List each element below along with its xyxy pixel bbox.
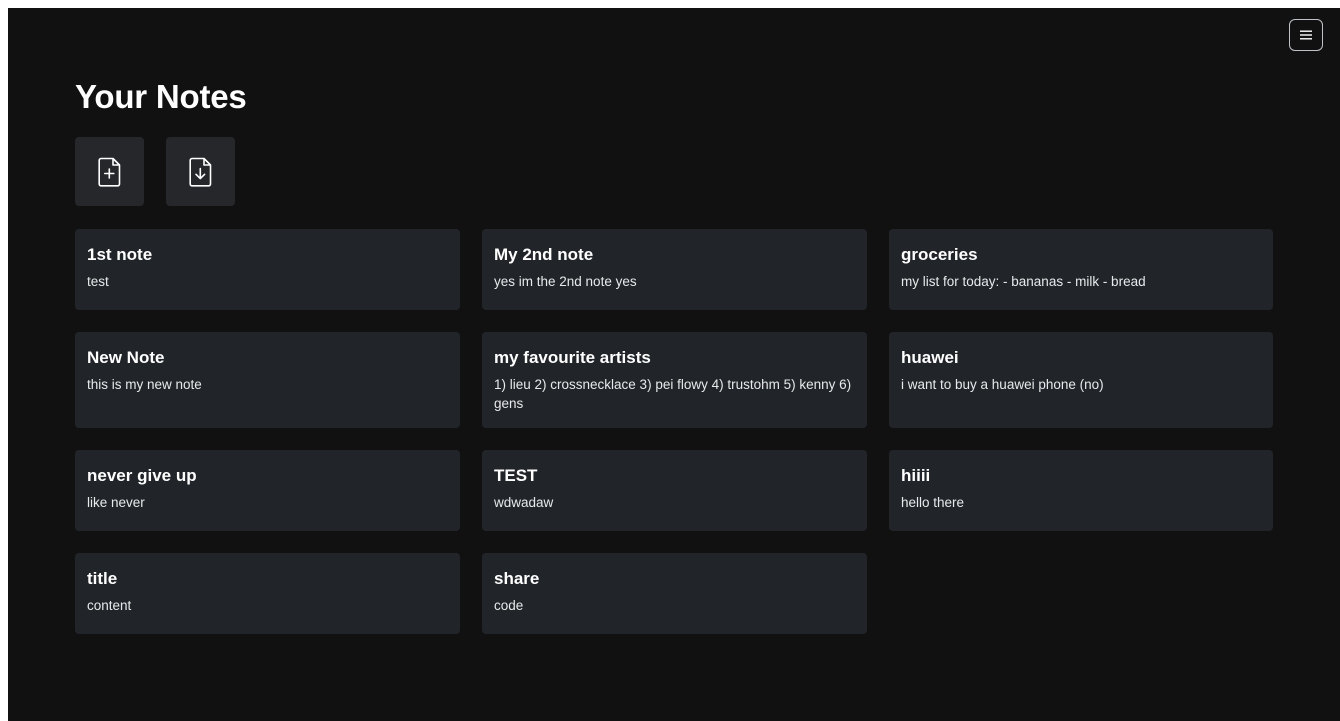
note-content: content [87, 598, 132, 613]
menu-button[interactable] [1289, 19, 1323, 51]
note-content: like never [87, 495, 145, 510]
action-toolbar [75, 137, 235, 206]
note-content: 1) lieu 2) crossnecklace 3) pei flowy 4)… [494, 377, 852, 411]
note-card[interactable]: hiiii hello there [889, 450, 1273, 531]
note-title: huawei [901, 348, 959, 367]
note-card[interactable]: New Note this is my new note [75, 332, 460, 428]
note-card[interactable]: groceries my list for today: - bananas -… [889, 229, 1273, 310]
note-title: TEST [494, 466, 538, 485]
file-download-icon [188, 157, 211, 187]
note-content: wdwadaw [494, 495, 554, 510]
hamburger-menu-icon [1300, 30, 1312, 40]
note-content: code [494, 598, 524, 613]
page-title: Your Notes [75, 78, 247, 115]
note-content: my list for today: - bananas - milk - br… [901, 274, 1146, 289]
note-title: hiiii [901, 466, 931, 485]
note-content: i want to buy a huawei phone (no) [901, 377, 1104, 392]
note-card[interactable]: my favourite artists 1) lieu 2) crossnec… [482, 332, 867, 428]
note-card[interactable]: never give up like never [75, 450, 460, 531]
note-content: yes im the 2nd note yes [494, 274, 637, 289]
note-card[interactable]: share code [482, 553, 867, 634]
file-plus-icon [97, 157, 120, 187]
note-title: 1st note [87, 245, 153, 264]
note-content: test [87, 274, 109, 289]
note-content: this is my new note [87, 377, 202, 392]
note-title: title [87, 569, 118, 588]
note-card[interactable]: title content [75, 553, 460, 634]
notes-app: Your Notes 1st note test My 2nd note yes… [8, 8, 1340, 721]
note-title: my favourite artists [494, 348, 651, 367]
notes-grid: 1st note test My 2nd note yes im the 2nd… [75, 229, 1273, 634]
note-title: groceries [901, 245, 978, 264]
note-card[interactable]: 1st note test [75, 229, 460, 310]
import-note-button[interactable] [166, 137, 235, 206]
note-title: My 2nd note [494, 245, 594, 264]
note-title: never give up [87, 466, 197, 485]
new-note-button[interactable] [75, 137, 144, 206]
note-card[interactable]: huawei i want to buy a huawei phone (no) [889, 332, 1273, 428]
note-title: share [494, 569, 540, 588]
note-card[interactable]: My 2nd note yes im the 2nd note yes [482, 229, 867, 310]
note-content: hello there [901, 495, 965, 510]
note-card[interactable]: TEST wdwadaw [482, 450, 867, 531]
note-title: New Note [87, 348, 165, 367]
